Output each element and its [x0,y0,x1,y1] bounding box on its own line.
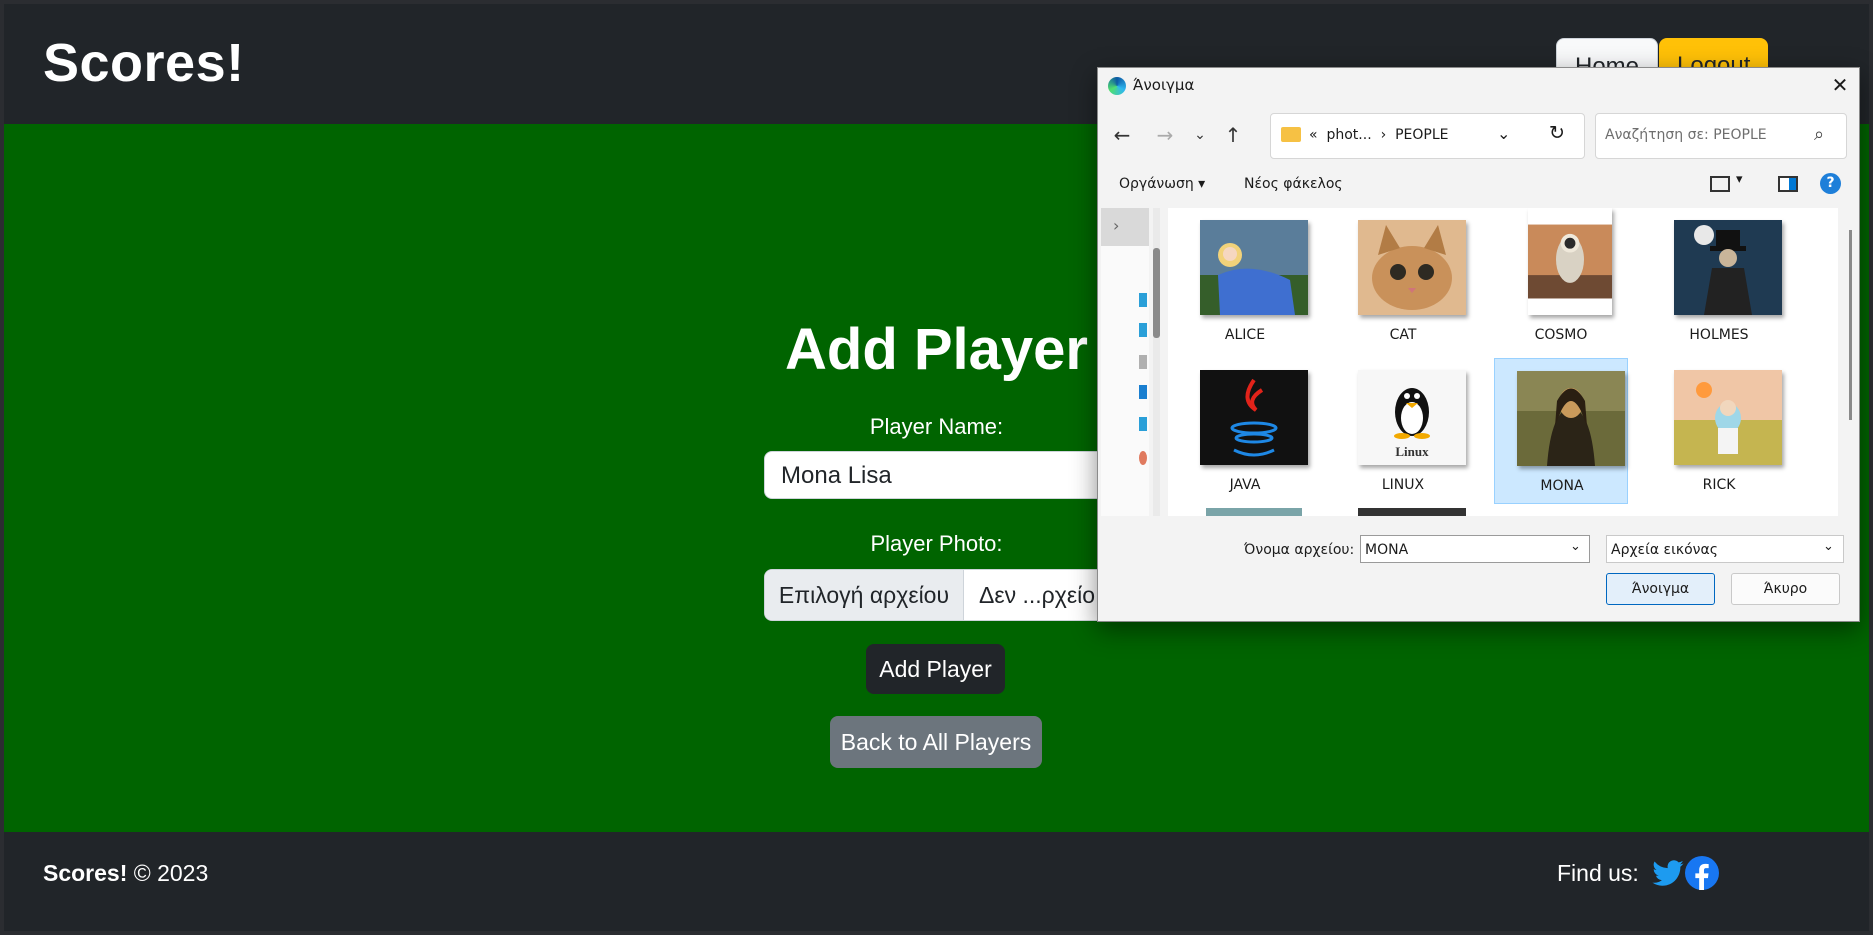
cancel-button[interactable]: Άκυρο [1731,573,1840,605]
recent-locations-chevron-icon[interactable]: ⌄ [1188,123,1212,147]
find-us-label: Find us: [1557,860,1639,886]
dialog-toolbar: ← → ⌄ ↑ « phot... › PEOPLE ⌄ ↻ Αναζήτηση… [1098,113,1859,159]
file-label: ALICE [1224,327,1266,343]
navigation-pane[interactable]: › [1101,208,1149,516]
refresh-icon[interactable]: ↻ [1549,122,1565,144]
file-open-dialog[interactable]: Άνοιγμα ✕ ← → ⌄ ↑ « phot... › PEOPLE ⌄ ↻… [1097,67,1860,622]
nav-scrollbar[interactable] [1153,208,1160,516]
new-folder-button[interactable]: Νέος φάκελος [1244,176,1343,192]
file-label: RICK [1702,477,1736,493]
footer-brand: Scores! [43,860,128,886]
file-label: JAVA [1229,477,1261,493]
address-dropdown-icon[interactable]: ⌄ [1497,124,1510,143]
help-icon[interactable]: ? [1820,173,1841,194]
add-player-button[interactable]: Add Player [866,644,1005,694]
filetype-select[interactable]: Αρχεία εικόνας [1606,535,1844,563]
java-thumbnail [1200,370,1308,465]
nav-item-icon[interactable] [1139,355,1147,369]
partial-thumbnail [1206,508,1302,516]
nav-item-icon[interactable] [1139,293,1147,307]
chevron-right-icon: › [1113,216,1120,235]
nav-item-icon[interactable] [1139,385,1147,399]
file-item-holmes[interactable]: HOLMES [1652,208,1786,354]
filename-label: Όνομα αρχείου: [1244,542,1355,558]
search-box[interactable]: Αναζήτηση σε: PEOPLE ⌕ [1595,113,1847,159]
alice-thumbnail [1200,220,1308,315]
open-button[interactable]: Άνοιγμα [1606,573,1715,605]
forward-arrow-icon[interactable]: → [1153,123,1177,147]
back-arrow-icon[interactable]: ← [1110,123,1134,147]
choose-file-button[interactable]: Επιλογή αρχείου [765,570,964,620]
file-item-cat[interactable]: CAT [1336,208,1470,354]
search-icon[interactable]: ⌕ [1814,124,1824,145]
file-label: LINUX [1381,477,1425,493]
brand-title[interactable]: Scores! [43,32,245,94]
file-scrollbar[interactable] [1847,208,1854,516]
nav-item-icon[interactable] [1139,417,1147,431]
command-bar: Οργάνωση ▾ Νέος φάκελος ▾ ? [1098,168,1859,200]
address-path: « phot... › PEOPLE [1309,127,1448,143]
view-dropdown-icon[interactable]: ▾ [1736,172,1743,187]
footer-copyright-text: © 2023 [133,860,209,886]
linux-thumb-text: Linux [1395,444,1429,459]
filename-dropdown-icon[interactable]: ⌄ [1570,539,1581,554]
mona-thumbnail [1517,371,1625,466]
nav-item-icon[interactable] [1139,451,1147,465]
dialog-titlebar[interactable]: Άνοιγμα ✕ [1098,68,1859,102]
facebook-icon[interactable] [1685,856,1719,890]
file-label: MONA [1540,478,1584,494]
file-label: HOLMES [1689,327,1749,343]
holmes-thumbnail [1674,220,1782,315]
back-to-all-players-button[interactable]: Back to All Players [830,716,1042,768]
file-item-alice[interactable]: ALICE [1178,208,1312,354]
up-arrow-icon[interactable]: ↑ [1221,123,1245,147]
path-separator: › [1380,127,1387,143]
file-label: COSMO [1534,327,1588,343]
nav-item-icon[interactable] [1139,323,1147,337]
path-parent[interactable]: phot... [1326,127,1371,143]
address-bar[interactable]: « phot... › PEOPLE ⌄ ↻ [1270,113,1585,159]
path-overflow[interactable]: « [1309,127,1318,143]
close-icon[interactable]: ✕ [1826,71,1854,99]
filename-input[interactable]: MONA [1360,535,1590,563]
view-icon[interactable] [1710,176,1730,192]
path-current[interactable]: PEOPLE [1395,127,1448,143]
file-item-java[interactable]: JAVA [1178,358,1312,504]
nav-item-expanded[interactable]: › [1101,208,1149,246]
cat-thumbnail [1358,220,1466,315]
dialog-title: Άνοιγμα [1133,76,1195,94]
file-item-linux[interactable]: Linux LINUX [1336,358,1470,504]
file-item-rick[interactable]: RICK [1652,358,1786,504]
file-item-mona[interactable]: MONA [1494,358,1628,504]
linux-thumbnail: Linux [1358,370,1466,465]
nav-scroll-thumb[interactable] [1153,248,1160,338]
edge-icon [1108,77,1126,95]
preview-pane-icon[interactable] [1778,176,1798,192]
file-item-cosmo[interactable]: COSMO [1494,208,1628,354]
twitter-icon[interactable] [1651,856,1685,890]
footer-copyright: Scores! © 2023 [43,860,208,887]
rick-thumbnail [1674,370,1782,465]
file-grid: ALICE CAT COSMO HOLMES JAVA Linux LINUX … [1168,208,1838,516]
partial-thumbnail [1358,508,1466,516]
file-label: CAT [1389,327,1417,343]
site-footer: Scores! © 2023 Find us: [4,832,1869,931]
file-status-text: Δεν ...ρχείο [979,582,1095,608]
file-scroll-thumb[interactable] [1849,230,1852,420]
cosmo-thumbnail [1528,224,1612,299]
folder-icon [1281,127,1301,142]
filetype-dropdown-icon[interactable]: ⌄ [1823,539,1834,554]
search-placeholder: Αναζήτηση σε: PEOPLE [1605,127,1767,143]
organize-menu[interactable]: Οργάνωση ▾ [1119,176,1205,192]
